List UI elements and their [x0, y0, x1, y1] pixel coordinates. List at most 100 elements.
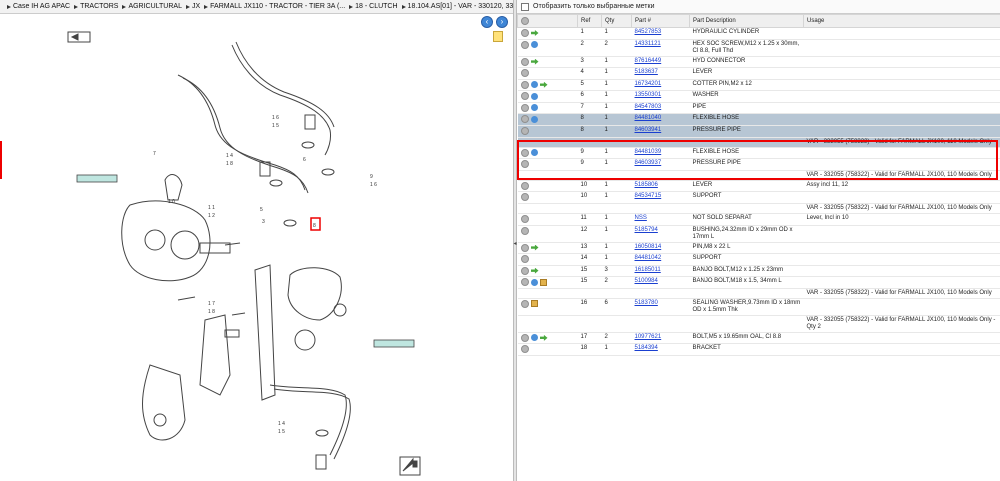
info-icon[interactable] — [520, 148, 529, 157]
callout-label[interactable]: 7 — [153, 151, 156, 157]
table-row[interactable]: 16 6 5183780 SEALING WASHER,9.73mm ID x 18m… — [517, 298, 1000, 316]
breadcrumb-item[interactable]: TRACTORS — [74, 3, 118, 10]
table-note-row[interactable]: VAR - 332055 (758322) - Valid for FARMAL… — [517, 203, 1000, 214]
callout-label[interactable]: 1 4 — [278, 421, 285, 427]
callout-8-label[interactable]: 8 — [313, 223, 316, 229]
callout-label[interactable]: 1 6 — [370, 182, 377, 188]
cell-part[interactable]: 13550301 — [631, 90, 690, 103]
refresh-icon[interactable] — [530, 149, 538, 157]
table-row[interactable]: 6 1 13550301 WASHER — [517, 90, 1000, 103]
info-icon[interactable] — [520, 103, 529, 112]
header-part[interactable]: Part # — [631, 14, 690, 28]
cell-part[interactable]: 84603937 — [631, 158, 690, 171]
breadcrumb-item[interactable]: FARMALL JX110 - TRACTOR - TIER 3A (... — [204, 3, 345, 10]
cell-part[interactable] — [631, 203, 690, 214]
info-icon[interactable] — [520, 69, 529, 78]
table-note-row[interactable]: VAR - 332055 (758322) - Valid for FARMAL… — [517, 288, 1000, 299]
arrow-right-icon[interactable] — [539, 334, 548, 341]
header-qty[interactable]: Qty — [601, 14, 632, 28]
info-icon[interactable] — [520, 214, 529, 223]
header-desc[interactable]: Part Description — [689, 14, 804, 28]
header-usage[interactable]: Usage — [803, 14, 1000, 28]
info-icon[interactable] — [520, 181, 529, 190]
callout-label[interactable]: 1 8 — [208, 309, 215, 315]
info-icon[interactable] — [520, 278, 529, 287]
callout-label[interactable]: 1 4 — [226, 153, 233, 159]
refresh-icon[interactable] — [530, 115, 538, 123]
refresh-icon[interactable] — [530, 278, 538, 286]
table-row[interactable]: 2 2 14331121 HEX SOC SCREW,M12 x 1.25 x 30m… — [517, 39, 1000, 57]
cell-part[interactable]: 16050814 — [631, 242, 690, 255]
arrow-right-icon[interactable] — [539, 81, 548, 88]
info-icon[interactable] — [520, 57, 529, 66]
table-row[interactable]: 10 1 84534715 SUPPORT — [517, 191, 1000, 204]
info-icon[interactable] — [520, 255, 529, 264]
table-row[interactable]: 14 1 84481042 SUPPORT — [517, 253, 1000, 266]
cell-part[interactable]: 84534715 — [631, 191, 690, 204]
table-row[interactable]: 15 2 5100984 BANJO BOLT,M18 x 1.5, 34mm L — [517, 276, 1000, 289]
back-button[interactable]: ‹ — [481, 16, 493, 28]
callout-label[interactable]: 1 5 — [272, 123, 279, 129]
table-row[interactable]: 4 1 5183637 LEVER — [517, 67, 1000, 80]
cell-part[interactable]: 5100984 — [631, 276, 690, 289]
cell-part[interactable] — [631, 137, 690, 148]
info-icon[interactable] — [520, 80, 529, 89]
cell-part[interactable]: 16185011 — [631, 265, 690, 278]
arrow-right-icon[interactable] — [530, 244, 539, 251]
package-icon[interactable] — [539, 278, 547, 286]
refresh-icon[interactable] — [530, 81, 538, 89]
cell-part[interactable]: 10977621 — [631, 332, 690, 345]
info-icon[interactable] — [520, 92, 529, 101]
cell-part[interactable] — [631, 288, 690, 299]
callout-label[interactable]: 1 8 — [226, 161, 233, 167]
breadcrumb-item[interactable]: Case IH AG APAC — [7, 3, 70, 10]
cell-part[interactable]: NSS — [631, 213, 690, 226]
cell-part[interactable]: 84547803 — [631, 102, 690, 115]
callout-label[interactable]: 1 2 — [208, 213, 215, 219]
info-icon[interactable] — [520, 160, 529, 169]
cell-part[interactable] — [631, 170, 690, 181]
breadcrumb-item[interactable]: JX — [185, 3, 200, 10]
table-row[interactable]: 1 1 84527853 HYDRAULIC CYLINDER — [517, 27, 1000, 40]
cell-part[interactable]: 14331121 — [631, 39, 690, 57]
breadcrumb-item[interactable]: 18.104.AS[01] - VAR - 330120, 331120, 74… — [401, 3, 513, 10]
cell-part[interactable]: 84481039 — [631, 147, 690, 160]
cell-part[interactable]: 5185794 — [631, 225, 690, 243]
callout-label[interactable]: 1 6 — [272, 115, 279, 121]
table-row[interactable]: 5 1 16734201 COTTER PIN,M2 x 12 — [517, 79, 1000, 92]
cell-part[interactable]: 84481042 — [631, 253, 690, 266]
table-row[interactable]: 13 1 16050814 PIN,M8 x 22 L — [517, 242, 1000, 255]
table-row[interactable]: 8 1 84481040 FLEXIBLE HOSE — [517, 113, 1000, 127]
table-row[interactable]: 17 2 10977621 BOLT,M5 x 19.65mm OAL, Cl 8.8 — [517, 332, 1000, 345]
cell-part[interactable]: 5185806 — [631, 180, 690, 193]
callout-label[interactable]: 9 — [370, 174, 373, 180]
show-selected-checkbox[interactable] — [521, 2, 529, 11]
callout-label[interactable]: 1 0 — [168, 199, 175, 205]
info-icon[interactable] — [520, 226, 529, 235]
cell-part[interactable]: 84603941 — [631, 125, 690, 138]
cell-part[interactable]: 5183637 — [631, 67, 690, 80]
info-icon[interactable] — [520, 115, 529, 124]
cell-part[interactable]: 87616449 — [631, 56, 690, 69]
cell-part[interactable]: 84481040 — [631, 113, 690, 127]
table-row[interactable]: 18 1 5184394 BRACKET — [517, 343, 1000, 356]
arrow-right-icon[interactable] — [530, 267, 539, 274]
breadcrumb-item[interactable]: 18 - CLUTCH — [349, 3, 398, 10]
forward-button[interactable]: › — [496, 16, 508, 28]
arrow-right-icon[interactable] — [530, 30, 539, 36]
callout-label[interactable]: 1 7 — [208, 301, 215, 307]
info-icon[interactable] — [520, 40, 529, 49]
info-icon[interactable] — [520, 299, 529, 308]
table-note-row[interactable]: VAR - 332055 (758322) - Valid for FARMAL… — [517, 137, 1000, 148]
table-row[interactable]: 8 1 84603941 PRESSURE PIPE — [517, 125, 1000, 138]
table-row[interactable]: 10 1 5185806 LEVER Assy incl 11, 12 — [517, 180, 1000, 193]
settings-icon[interactable] — [521, 17, 529, 25]
table-row[interactable]: 9 1 84603937 PRESSURE PIPE — [517, 158, 1000, 171]
table-row[interactable]: 15 3 16185011 BANJO BOLT,M12 x 1.25 x 23mm — [517, 265, 1000, 278]
arrow-right-icon[interactable] — [530, 58, 539, 65]
refresh-icon[interactable] — [530, 41, 538, 49]
refresh-icon[interactable] — [530, 92, 538, 100]
refresh-icon[interactable] — [530, 334, 538, 342]
package-icon[interactable] — [530, 300, 538, 308]
info-icon[interactable] — [520, 345, 529, 354]
